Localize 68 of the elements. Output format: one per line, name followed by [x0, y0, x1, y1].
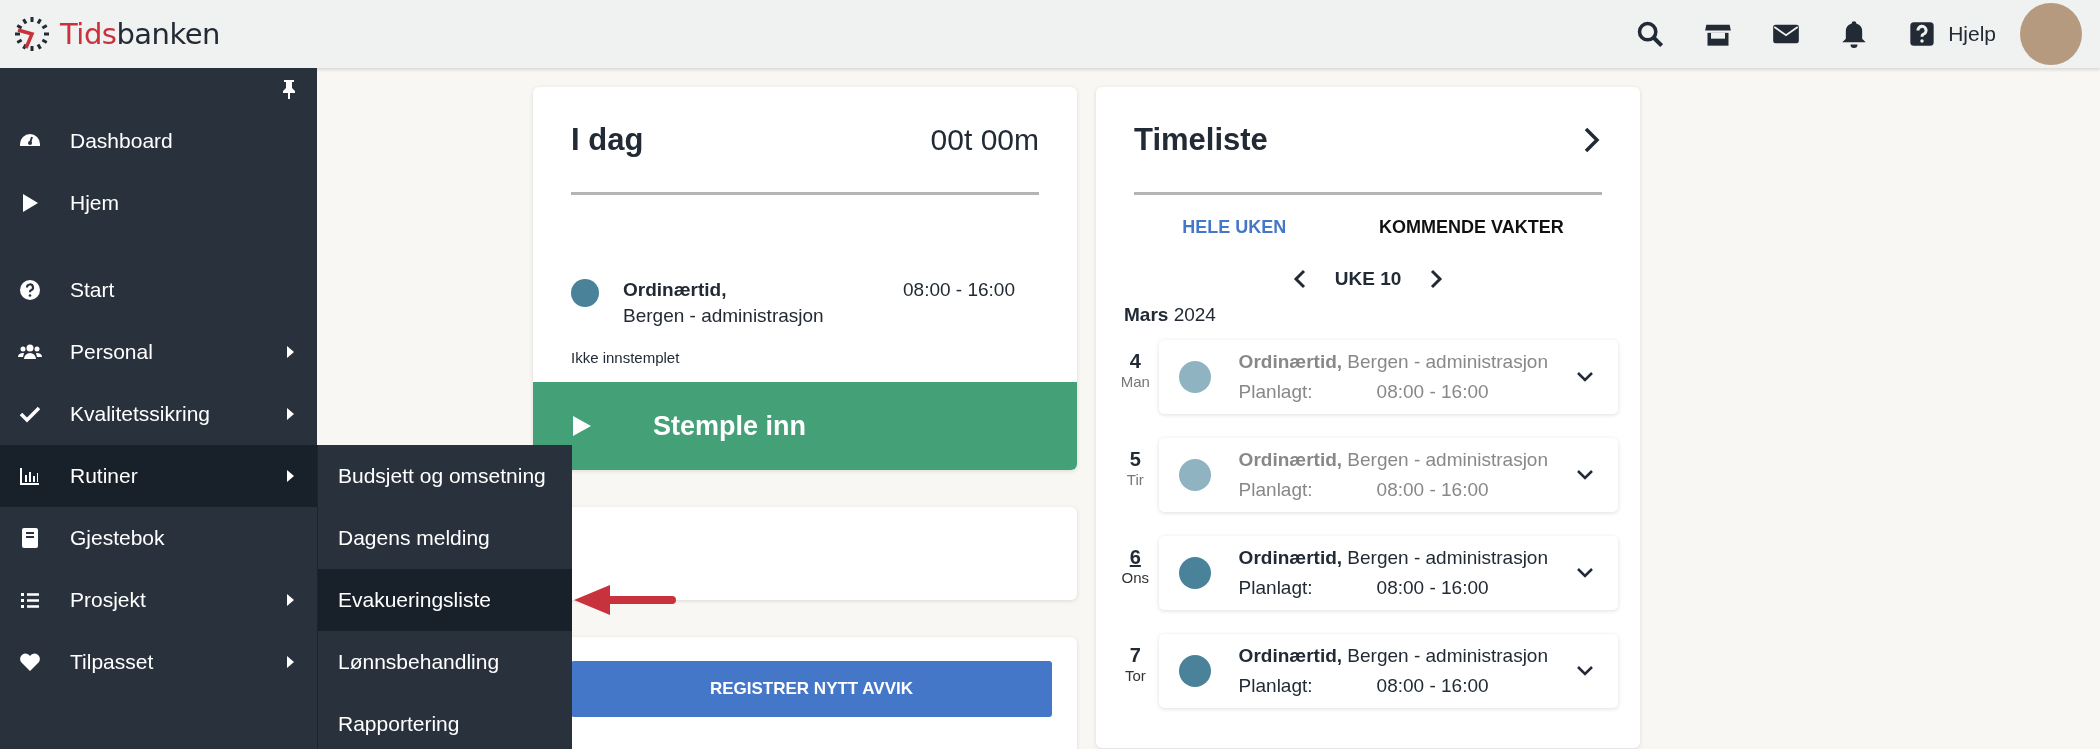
shift-time: 08:00 - 16:00: [1376, 675, 1489, 697]
sidebar-item[interactable]: Hjem: [0, 172, 317, 234]
day-number: 5: [1129, 448, 1141, 471]
card-title: I dag: [571, 121, 644, 158]
submenu-item[interactable]: Rapportering: [318, 693, 572, 749]
shift-dot: [1178, 655, 1211, 687]
sidebar-item[interactable]: Start: [0, 259, 317, 321]
brand-name[interactable]: Tidsbanken: [60, 17, 220, 51]
clock-status: Ikke innstemplet: [571, 349, 681, 368]
help-link[interactable]: Hjelp: [1948, 22, 1996, 46]
shift-type: Ordinærtid,: [623, 279, 728, 301]
sidebar-item[interactable]: Rutiner: [0, 445, 317, 507]
card-title: Timeliste: [1134, 121, 1268, 158]
shift-dot: [1178, 361, 1211, 393]
sidebar-item[interactable]: Dashboard: [0, 110, 317, 172]
help-icon[interactable]: [1908, 20, 1937, 48]
search-icon[interactable]: [1636, 20, 1665, 48]
register-deviation-button[interactable]: REGISTRER NYTT AVVIK: [571, 661, 1052, 717]
submenu-item[interactable]: Evakueringsliste: [318, 569, 572, 631]
play-icon: [571, 414, 593, 438]
weekday: Man: [1120, 373, 1150, 390]
shift-time: 08:00 - 16:00: [903, 279, 1015, 302]
planned-label: Planlagt:: [1238, 479, 1313, 501]
planned-label: Planlagt:: [1238, 675, 1313, 697]
sidebar-item[interactable]: Personal: [0, 321, 317, 383]
shift-place: Bergen - administrasjon: [623, 305, 825, 327]
day-number: 7: [1129, 644, 1141, 667]
month-heading: Mars 2024: [1124, 304, 1217, 326]
sidebar-item[interactable]: Kvalitetssikring: [0, 383, 317, 445]
pin-icon[interactable]: [281, 79, 297, 99]
chevron-left-icon[interactable]: [1292, 269, 1307, 289]
total-hours: 00t 00m: [930, 122, 1039, 157]
shift-time: 08:00 - 16:00: [1376, 381, 1489, 403]
weekday: Tir: [1126, 471, 1144, 488]
shift-title: Ordinærtid, Bergen - administrasjon: [1238, 449, 1548, 471]
weekday: Tor: [1124, 667, 1146, 684]
day-number: 4: [1129, 350, 1141, 373]
shift-dot: [571, 279, 599, 307]
sidebar-item[interactable]: Tilpasset: [0, 631, 317, 693]
weekday: Ons: [1121, 569, 1150, 586]
tab[interactable]: KOMMENDE VAKTER: [1369, 209, 1574, 246]
shift-card[interactable]: Ordinærtid, Bergen - administrasjon Planlagt: 08:00 - 16:00: [1158, 340, 1618, 414]
shift-title: Ordinærtid, Bergen - administrasjon: [1238, 547, 1548, 569]
chevron-right-icon[interactable]: [1429, 269, 1444, 289]
chevron-down-icon[interactable]: [1576, 371, 1594, 383]
shift-card[interactable]: Ordinærtid, Bergen - administrasjon Planlagt: 08:00 - 16:00: [1158, 536, 1618, 610]
submenu-item[interactable]: Lønnsbehandling: [318, 631, 572, 693]
sidebar-item[interactable]: Prosjekt: [0, 569, 317, 631]
shift-title: Ordinærtid, Bergen - administrasjon: [1238, 645, 1548, 667]
shift-dot: [1178, 459, 1211, 491]
planned-label: Planlagt:: [1238, 381, 1313, 403]
planned-label: Planlagt:: [1238, 577, 1313, 599]
shift-card[interactable]: Ordinærtid, Bergen - administrasjon Planlagt: 08:00 - 16:00: [1158, 634, 1618, 708]
help-circle-icon: [18, 278, 42, 302]
shift-dot: [1178, 557, 1211, 589]
day-number: 6: [1129, 546, 1141, 569]
week-label: UKE 10: [1334, 268, 1402, 290]
chevron-down-icon[interactable]: [1576, 469, 1594, 481]
shift-time: 08:00 - 16:00: [1376, 577, 1489, 599]
chevron-down-icon[interactable]: [1576, 665, 1594, 677]
chevron-down-icon[interactable]: [1576, 567, 1594, 579]
shift-card[interactable]: Ordinærtid, Bergen - administrasjon Planlagt: 08:00 - 16:00: [1158, 438, 1618, 512]
tab[interactable]: HELE UKEN: [1172, 209, 1297, 246]
submenu-item[interactable]: Dagens melding: [318, 507, 572, 569]
clock-logo-icon[interactable]: [12, 14, 52, 54]
sidebar-item[interactable]: Gjestebok: [0, 507, 317, 569]
shift-time: 08:00 - 16:00: [1376, 479, 1489, 501]
shift-title: Ordinærtid, Bergen - administrasjon: [1238, 351, 1548, 373]
